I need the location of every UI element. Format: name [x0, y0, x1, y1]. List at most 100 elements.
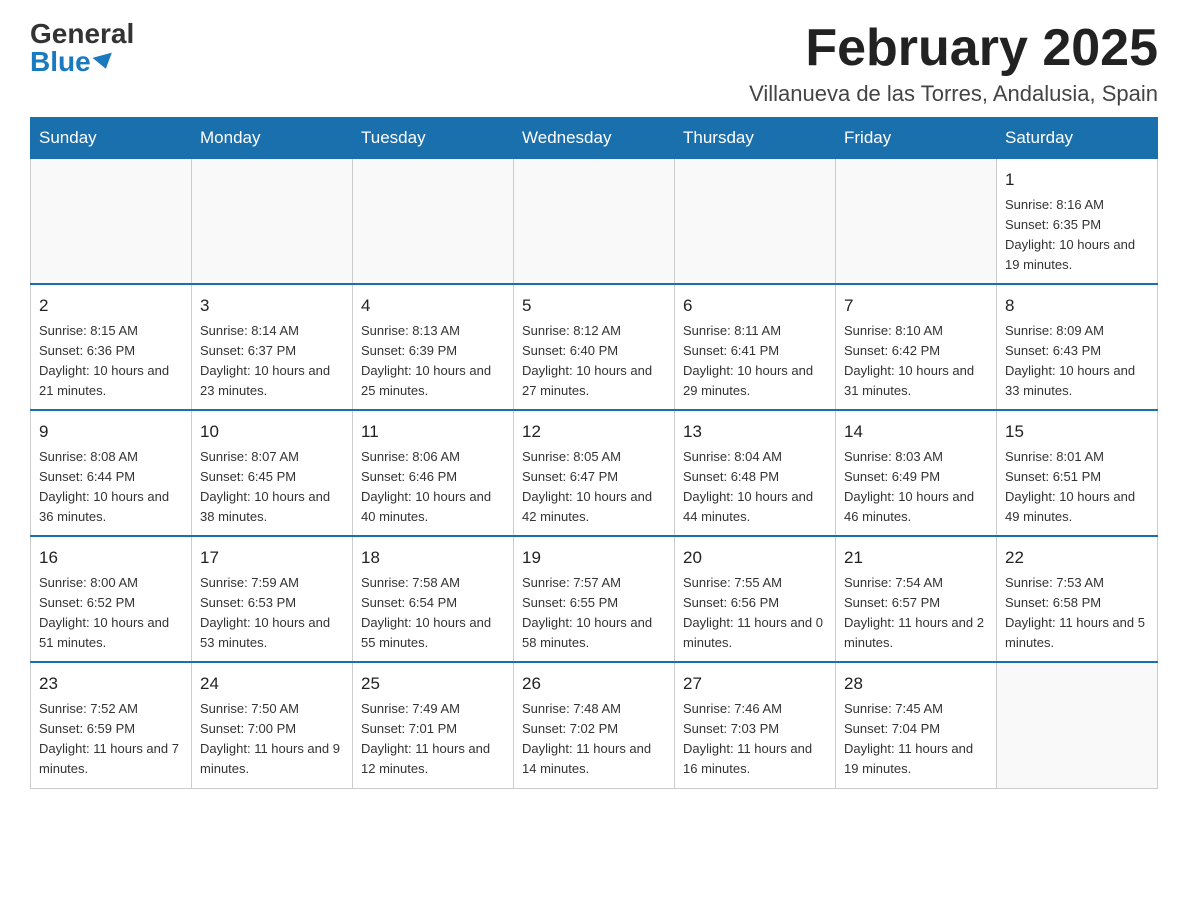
table-row: 12Sunrise: 8:05 AMSunset: 6:47 PMDayligh…	[514, 410, 675, 536]
table-row	[192, 159, 353, 285]
day-info: Sunrise: 7:58 AMSunset: 6:54 PMDaylight:…	[361, 573, 505, 654]
day-info: Sunrise: 7:46 AMSunset: 7:03 PMDaylight:…	[683, 699, 827, 780]
table-row: 17Sunrise: 7:59 AMSunset: 6:53 PMDayligh…	[192, 536, 353, 662]
day-info: Sunrise: 7:45 AMSunset: 7:04 PMDaylight:…	[844, 699, 988, 780]
day-info: Sunrise: 8:12 AMSunset: 6:40 PMDaylight:…	[522, 321, 666, 402]
day-info: Sunrise: 7:54 AMSunset: 6:57 PMDaylight:…	[844, 573, 988, 654]
table-row: 9Sunrise: 8:08 AMSunset: 6:44 PMDaylight…	[31, 410, 192, 536]
page-header: General Blue February 2025 Villanueva de…	[30, 20, 1158, 107]
table-row: 6Sunrise: 8:11 AMSunset: 6:41 PMDaylight…	[675, 284, 836, 410]
day-number: 14	[844, 419, 988, 445]
table-row: 8Sunrise: 8:09 AMSunset: 6:43 PMDaylight…	[997, 284, 1158, 410]
header-friday: Friday	[836, 118, 997, 159]
table-row: 23Sunrise: 7:52 AMSunset: 6:59 PMDayligh…	[31, 662, 192, 788]
table-row: 11Sunrise: 8:06 AMSunset: 6:46 PMDayligh…	[353, 410, 514, 536]
day-number: 2	[39, 293, 183, 319]
day-number: 7	[844, 293, 988, 319]
day-info: Sunrise: 7:59 AMSunset: 6:53 PMDaylight:…	[200, 573, 344, 654]
calendar-header-row: Sunday Monday Tuesday Wednesday Thursday…	[31, 118, 1158, 159]
month-title: February 2025	[749, 20, 1158, 77]
day-number: 5	[522, 293, 666, 319]
table-row: 1Sunrise: 8:16 AMSunset: 6:35 PMDaylight…	[997, 159, 1158, 285]
header-tuesday: Tuesday	[353, 118, 514, 159]
table-row: 18Sunrise: 7:58 AMSunset: 6:54 PMDayligh…	[353, 536, 514, 662]
day-number: 21	[844, 545, 988, 571]
day-number: 26	[522, 671, 666, 697]
table-row: 7Sunrise: 8:10 AMSunset: 6:42 PMDaylight…	[836, 284, 997, 410]
table-row: 16Sunrise: 8:00 AMSunset: 6:52 PMDayligh…	[31, 536, 192, 662]
day-info: Sunrise: 8:04 AMSunset: 6:48 PMDaylight:…	[683, 447, 827, 528]
day-info: Sunrise: 8:10 AMSunset: 6:42 PMDaylight:…	[844, 321, 988, 402]
day-number: 27	[683, 671, 827, 697]
day-info: Sunrise: 7:52 AMSunset: 6:59 PMDaylight:…	[39, 699, 183, 780]
day-number: 12	[522, 419, 666, 445]
logo-blue-text: Blue	[30, 48, 114, 76]
day-info: Sunrise: 8:08 AMSunset: 6:44 PMDaylight:…	[39, 447, 183, 528]
day-number: 3	[200, 293, 344, 319]
table-row: 25Sunrise: 7:49 AMSunset: 7:01 PMDayligh…	[353, 662, 514, 788]
table-row	[675, 159, 836, 285]
table-row: 20Sunrise: 7:55 AMSunset: 6:56 PMDayligh…	[675, 536, 836, 662]
table-row: 24Sunrise: 7:50 AMSunset: 7:00 PMDayligh…	[192, 662, 353, 788]
day-info: Sunrise: 8:06 AMSunset: 6:46 PMDaylight:…	[361, 447, 505, 528]
logo: General Blue	[30, 20, 134, 76]
day-number: 23	[39, 671, 183, 697]
day-info: Sunrise: 8:09 AMSunset: 6:43 PMDaylight:…	[1005, 321, 1149, 402]
table-row: 27Sunrise: 7:46 AMSunset: 7:03 PMDayligh…	[675, 662, 836, 788]
table-row: 15Sunrise: 8:01 AMSunset: 6:51 PMDayligh…	[997, 410, 1158, 536]
day-number: 13	[683, 419, 827, 445]
table-row: 13Sunrise: 8:04 AMSunset: 6:48 PMDayligh…	[675, 410, 836, 536]
calendar-week-row: 2Sunrise: 8:15 AMSunset: 6:36 PMDaylight…	[31, 284, 1158, 410]
table-row: 10Sunrise: 8:07 AMSunset: 6:45 PMDayligh…	[192, 410, 353, 536]
calendar-week-row: 1Sunrise: 8:16 AMSunset: 6:35 PMDaylight…	[31, 159, 1158, 285]
day-number: 9	[39, 419, 183, 445]
calendar-week-row: 9Sunrise: 8:08 AMSunset: 6:44 PMDaylight…	[31, 410, 1158, 536]
day-info: Sunrise: 7:50 AMSunset: 7:00 PMDaylight:…	[200, 699, 344, 780]
table-row	[31, 159, 192, 285]
day-info: Sunrise: 8:07 AMSunset: 6:45 PMDaylight:…	[200, 447, 344, 528]
table-row	[514, 159, 675, 285]
day-number: 25	[361, 671, 505, 697]
table-row: 3Sunrise: 8:14 AMSunset: 6:37 PMDaylight…	[192, 284, 353, 410]
table-row	[997, 662, 1158, 788]
day-number: 15	[1005, 419, 1149, 445]
day-info: Sunrise: 7:55 AMSunset: 6:56 PMDaylight:…	[683, 573, 827, 654]
day-info: Sunrise: 8:00 AMSunset: 6:52 PMDaylight:…	[39, 573, 183, 654]
logo-general-text: General	[30, 20, 134, 48]
day-info: Sunrise: 8:13 AMSunset: 6:39 PMDaylight:…	[361, 321, 505, 402]
day-info: Sunrise: 8:03 AMSunset: 6:49 PMDaylight:…	[844, 447, 988, 528]
header-sunday: Sunday	[31, 118, 192, 159]
day-info: Sunrise: 8:15 AMSunset: 6:36 PMDaylight:…	[39, 321, 183, 402]
table-row: 28Sunrise: 7:45 AMSunset: 7:04 PMDayligh…	[836, 662, 997, 788]
day-info: Sunrise: 8:14 AMSunset: 6:37 PMDaylight:…	[200, 321, 344, 402]
day-number: 22	[1005, 545, 1149, 571]
table-row	[836, 159, 997, 285]
day-number: 28	[844, 671, 988, 697]
day-info: Sunrise: 7:48 AMSunset: 7:02 PMDaylight:…	[522, 699, 666, 780]
day-number: 4	[361, 293, 505, 319]
day-info: Sunrise: 7:49 AMSunset: 7:01 PMDaylight:…	[361, 699, 505, 780]
day-number: 16	[39, 545, 183, 571]
table-row: 5Sunrise: 8:12 AMSunset: 6:40 PMDaylight…	[514, 284, 675, 410]
day-number: 11	[361, 419, 505, 445]
day-number: 20	[683, 545, 827, 571]
table-row	[353, 159, 514, 285]
header-monday: Monday	[192, 118, 353, 159]
header-thursday: Thursday	[675, 118, 836, 159]
day-number: 6	[683, 293, 827, 319]
calendar-table: Sunday Monday Tuesday Wednesday Thursday…	[30, 117, 1158, 788]
table-row: 4Sunrise: 8:13 AMSunset: 6:39 PMDaylight…	[353, 284, 514, 410]
location-title: Villanueva de las Torres, Andalusia, Spa…	[749, 81, 1158, 107]
day-info: Sunrise: 7:57 AMSunset: 6:55 PMDaylight:…	[522, 573, 666, 654]
table-row: 2Sunrise: 8:15 AMSunset: 6:36 PMDaylight…	[31, 284, 192, 410]
table-row: 14Sunrise: 8:03 AMSunset: 6:49 PMDayligh…	[836, 410, 997, 536]
calendar-week-row: 16Sunrise: 8:00 AMSunset: 6:52 PMDayligh…	[31, 536, 1158, 662]
day-number: 10	[200, 419, 344, 445]
title-section: February 2025 Villanueva de las Torres, …	[749, 20, 1158, 107]
table-row: 22Sunrise: 7:53 AMSunset: 6:58 PMDayligh…	[997, 536, 1158, 662]
day-number: 24	[200, 671, 344, 697]
logo-triangle-icon	[92, 53, 115, 72]
table-row: 19Sunrise: 7:57 AMSunset: 6:55 PMDayligh…	[514, 536, 675, 662]
day-info: Sunrise: 8:05 AMSunset: 6:47 PMDaylight:…	[522, 447, 666, 528]
calendar-week-row: 23Sunrise: 7:52 AMSunset: 6:59 PMDayligh…	[31, 662, 1158, 788]
